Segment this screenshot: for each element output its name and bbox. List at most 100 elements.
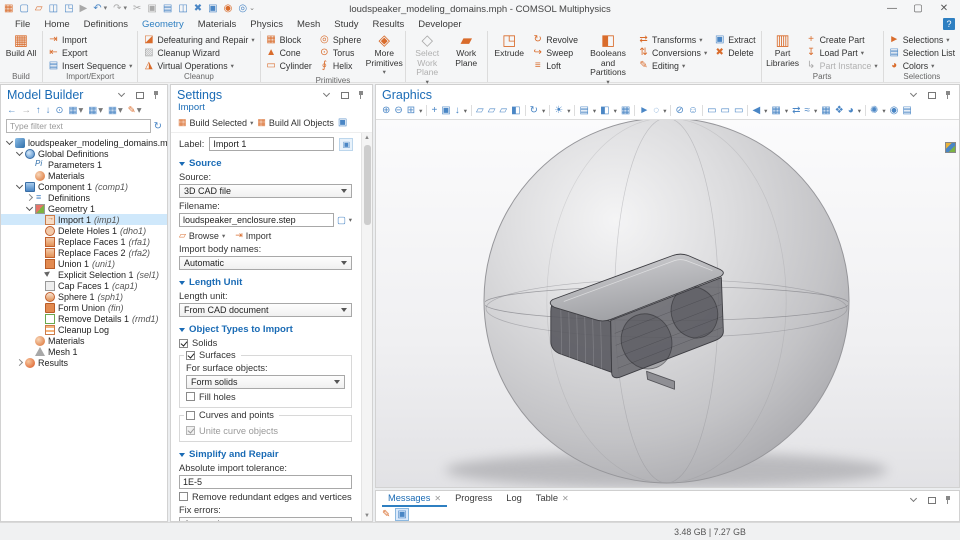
message-log-icon[interactable]: ▣ xyxy=(395,508,408,521)
view-flip-icon[interactable]: ◧ xyxy=(511,105,520,116)
sweep-button[interactable]: ↪Sweep xyxy=(529,46,581,59)
view-yz-icon[interactable]: ▱ xyxy=(488,105,496,116)
browse-button[interactable]: ▱Browse▾ xyxy=(179,230,225,241)
zoom-box-icon[interactable]: ▣ xyxy=(441,105,450,116)
customize-qat-icon[interactable]: ⌄ xyxy=(249,4,255,14)
graphics-canvas[interactable] xyxy=(376,120,959,487)
expander-icon[interactable] xyxy=(15,182,24,191)
help-button[interactable]: ? xyxy=(943,18,955,30)
camera-icon[interactable]: ◉ xyxy=(890,105,899,116)
fill-holes-checkbox-row[interactable]: Fill holes xyxy=(186,392,345,402)
build-all-button[interactable]: ▦ Build All xyxy=(2,32,40,59)
curves-points-checkbox[interactable] xyxy=(186,411,195,420)
scroll-down-icon[interactable]: ▼ xyxy=(364,513,370,519)
selections-button[interactable]: ►Selections▾ xyxy=(886,33,958,46)
orientation-icon[interactable]: ↓ xyxy=(455,105,460,116)
view-zx-icon[interactable]: ▱ xyxy=(499,105,507,116)
node-order-icon[interactable]: ▦ xyxy=(108,105,117,116)
wireframe-icon[interactable]: ▦ xyxy=(621,105,630,116)
editing-button[interactable]: ✎Editing▾ xyxy=(635,59,710,72)
settings-extra-icon[interactable]: ▣ xyxy=(338,117,347,128)
surfaces-checkbox[interactable] xyxy=(186,351,195,360)
loft-button[interactable]: ≡Loft xyxy=(529,59,581,72)
tree-item-global-definitions[interactable]: Global Definitions xyxy=(1,148,167,159)
tab-mesh[interactable]: Mesh xyxy=(290,19,327,30)
cylinder-button[interactable]: ▭Cylinder xyxy=(263,59,315,72)
zoom-selected-icon[interactable]: ◎ xyxy=(238,4,247,14)
move-up-icon[interactable]: ↑ xyxy=(36,105,41,116)
tree-item-definitions[interactable]: Definitions xyxy=(1,192,167,203)
tree-item-remove-details-1[interactable]: Remove Details 1(rmd1) xyxy=(1,313,167,324)
tree-item-materials-global[interactable]: Materials xyxy=(1,170,167,181)
tree-item-mesh-1[interactable]: Mesh 1 xyxy=(1,346,167,357)
expander-icon[interactable] xyxy=(15,149,24,158)
panel-float-icon[interactable] xyxy=(926,495,936,505)
new-file-icon[interactable]: ▢ xyxy=(19,4,28,14)
tolerance-input[interactable] xyxy=(179,475,352,489)
environment-icon[interactable]: ▦ xyxy=(771,105,780,116)
panel-pin-icon[interactable] xyxy=(943,90,953,100)
default-view-icon[interactable]: + xyxy=(431,105,437,116)
delete-button[interactable]: ✖Delete xyxy=(711,46,758,59)
filter-marker-icon[interactable]: ✎ xyxy=(128,105,136,116)
undo-icon[interactable]: ↶ xyxy=(93,4,101,14)
solids-checkbox-row[interactable]: Solids xyxy=(179,338,352,348)
sphere-button[interactable]: ◎Sphere xyxy=(316,33,364,46)
tree-item-results[interactable]: Results xyxy=(1,357,167,368)
scrollbar-thumb[interactable] xyxy=(364,145,371,225)
tab-materials[interactable]: Materials xyxy=(191,19,244,30)
snapshot-3-icon[interactable]: ▭ xyxy=(734,105,743,116)
extract-button[interactable]: ▣Extract xyxy=(711,33,758,46)
expander-icon[interactable] xyxy=(15,358,24,367)
panel-menu-icon[interactable] xyxy=(909,495,919,505)
solids-checkbox[interactable] xyxy=(179,339,188,348)
tree-item-parameters[interactable]: Parameters 1 xyxy=(1,159,167,170)
cone-button[interactable]: ▲Cone xyxy=(263,46,315,59)
undo-dropdown-icon[interactable]: ▾ xyxy=(104,4,108,14)
remove-redundant-row[interactable]: Remove redundant edges and vertices xyxy=(179,492,352,502)
expander-icon[interactable] xyxy=(25,204,34,213)
helix-button[interactable]: ∮Helix xyxy=(316,59,364,72)
clear-messages-icon[interactable]: ✎ xyxy=(382,509,390,520)
build-selected-button[interactable]: ▦Build Selected▾ xyxy=(178,117,253,128)
section-source[interactable]: Source xyxy=(179,158,352,169)
settings-scrollbar[interactable]: ▲ ▼ xyxy=(361,133,372,521)
tab-study[interactable]: Study xyxy=(327,19,365,30)
label-input[interactable] xyxy=(209,137,334,151)
tree-item-component-1[interactable]: Component 1(comp1) xyxy=(1,181,167,192)
panel-menu-icon[interactable] xyxy=(322,90,332,100)
tab-progress[interactable]: Progress xyxy=(449,492,498,507)
revolve-button[interactable]: ↻Revolve xyxy=(529,33,581,46)
reset-desktop-icon[interactable] xyxy=(945,142,956,153)
tree-item-union-1[interactable]: Union 1(uni1) xyxy=(1,258,167,269)
panel-menu-icon[interactable] xyxy=(909,90,919,100)
scene-color-icon[interactable]: ◕ xyxy=(848,105,854,116)
section-object-types[interactable]: Object Types to Import xyxy=(179,324,352,335)
tab-home[interactable]: Home xyxy=(37,19,76,30)
print-icon[interactable]: ▤ xyxy=(902,105,911,116)
cleanup-wizard-button[interactable]: ▨Cleanup Wizard xyxy=(140,46,257,59)
panel-float-icon[interactable] xyxy=(339,90,349,100)
zoom-in-icon[interactable]: ⊕ xyxy=(382,105,390,116)
tab-messages[interactable]: Messages✕ xyxy=(382,492,447,507)
save-icon[interactable]: ◫ xyxy=(49,4,58,14)
section-simplify-repair[interactable]: Simplify and Repair xyxy=(179,449,352,460)
source-select[interactable]: 3D CAD file xyxy=(179,184,352,198)
section-length-unit[interactable]: Length Unit xyxy=(179,277,352,288)
tab-developer[interactable]: Developer xyxy=(411,19,468,30)
plot-settings-icon[interactable]: ≈ xyxy=(805,105,811,116)
collapse-expand-icon[interactable]: ▦ xyxy=(88,105,97,116)
show-icon[interactable]: ⊙ xyxy=(56,105,64,116)
tab-geometry[interactable]: Geometry xyxy=(135,19,191,30)
tab-definitions[interactable]: Definitions xyxy=(77,19,135,30)
conversions-button[interactable]: ⇅Conversions▾ xyxy=(635,46,710,59)
refresh-filter-icon[interactable]: ↻ xyxy=(154,121,162,132)
panel-float-icon[interactable] xyxy=(134,90,144,100)
tree-item-replace-faces-1[interactable]: Replace Faces 1(rfa1) xyxy=(1,236,167,247)
tree-item-import-1[interactable]: Import 1(imp1) xyxy=(1,214,167,225)
tree-filter-input[interactable] xyxy=(6,119,151,133)
close-button[interactable]: ✕ xyxy=(938,3,950,15)
view-settings-icon[interactable]: ✺ xyxy=(870,105,878,116)
maximize-button[interactable]: ▢ xyxy=(912,3,924,15)
paste-icon[interactable]: ▤ xyxy=(163,4,172,14)
